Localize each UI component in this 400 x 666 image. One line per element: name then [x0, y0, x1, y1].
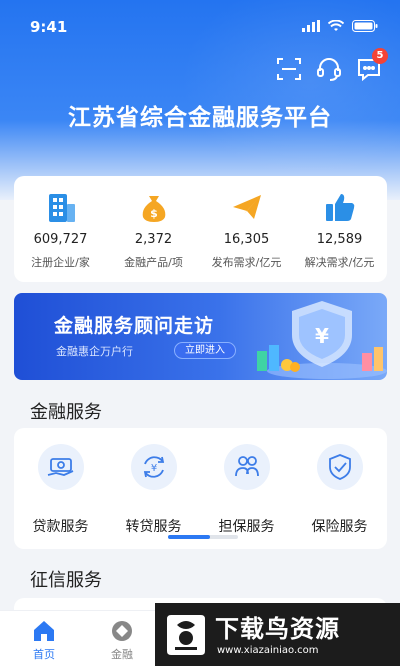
- money-bag-icon: $: [142, 196, 166, 222]
- stat-value: 12,589: [316, 232, 363, 247]
- stats-card: 609,727 注册企业/家 $ 2,372 金融产品/项 16,305 发布需…: [14, 176, 387, 282]
- watermark-url: www.xiazainiao.com: [217, 645, 319, 656]
- svc-icon-bg: [38, 444, 84, 490]
- messages-button[interactable]: 5: [356, 48, 388, 82]
- scan-icon: [277, 58, 301, 80]
- watermark-title: 下载鸟资源: [215, 615, 340, 643]
- bird-logo-icon: [167, 615, 205, 655]
- customer-service-button[interactable]: [316, 56, 342, 82]
- svc-icon-bg: [224, 444, 270, 490]
- svg-text:¥: ¥: [151, 463, 157, 474]
- finance-icon: [112, 621, 132, 641]
- stat-label: 金融产品/项: [124, 256, 183, 269]
- stat-label: 发布需求/亿元: [211, 256, 282, 269]
- financial-services-title: 金融服务: [30, 402, 102, 423]
- svc-label: 转贷服务: [125, 519, 182, 535]
- tab-label: 首页: [33, 648, 55, 661]
- stat-value: 609,727: [33, 232, 88, 247]
- building-icon: [49, 194, 75, 222]
- tab-finance[interactable]: 金融: [86, 611, 158, 666]
- svg-text:$: $: [150, 207, 158, 220]
- financial-services-card: 贷款服务 ¥ 转贷服务 担保服务 保险服务: [14, 428, 387, 549]
- stat-label: 注册企业/家: [31, 256, 90, 269]
- paper-plane-icon: [233, 195, 261, 219]
- scan-button[interactable]: [276, 56, 302, 82]
- svc-icon-bg: ¥: [131, 444, 177, 490]
- tab-home[interactable]: 首页: [8, 611, 80, 666]
- status-bar: 9:41: [0, 18, 400, 40]
- credit-services-title: 征信服务: [30, 570, 102, 591]
- stat-label: 解决需求/亿元: [304, 256, 375, 269]
- services-pager[interactable]: [168, 535, 238, 539]
- banner-enter-button[interactable]: 立即进入: [174, 342, 236, 359]
- tab-label: 金融: [111, 648, 133, 661]
- loan-icon: [47, 458, 74, 476]
- banner-subtitle: 金融惠企万户行: [56, 345, 133, 358]
- header-actions: 5: [276, 48, 388, 82]
- status-icons: [302, 20, 378, 32]
- stat-value: 16,305: [223, 232, 270, 247]
- wifi-icon: [328, 20, 344, 31]
- svg-text:¥: ¥: [315, 324, 329, 348]
- insurance-icon: [329, 454, 351, 480]
- shield-illustration-icon: ¥: [257, 301, 387, 379]
- headset-icon: [317, 58, 341, 81]
- message-badge: 5: [372, 48, 388, 64]
- signal-icon: [302, 20, 320, 32]
- guarantee-icon: [235, 456, 259, 477]
- refinance-icon: ¥: [143, 456, 165, 478]
- status-time: 9:41: [30, 18, 68, 36]
- svc-label: 担保服务: [218, 519, 275, 535]
- svc-label: 保险服务: [311, 519, 368, 535]
- home-icon: [34, 621, 54, 641]
- app-title: 江苏省综合金融服务平台: [68, 105, 332, 131]
- svc-icon-bg: [317, 444, 363, 490]
- watermark-overlay: 下载鸟资源 www.xiazainiao.com: [155, 603, 400, 666]
- thumbs-up-icon: [326, 194, 355, 221]
- svc-label: 贷款服务: [32, 519, 89, 535]
- banner-title: 金融服务顾问走访: [54, 315, 215, 337]
- services-pager-indicator: [168, 535, 210, 539]
- stat-value: 2,372: [134, 232, 173, 247]
- battery-icon: [352, 20, 378, 32]
- advisor-visit-banner[interactable]: 金融服务顾问走访 金融惠企万户行 立即进入 ¥: [14, 293, 387, 380]
